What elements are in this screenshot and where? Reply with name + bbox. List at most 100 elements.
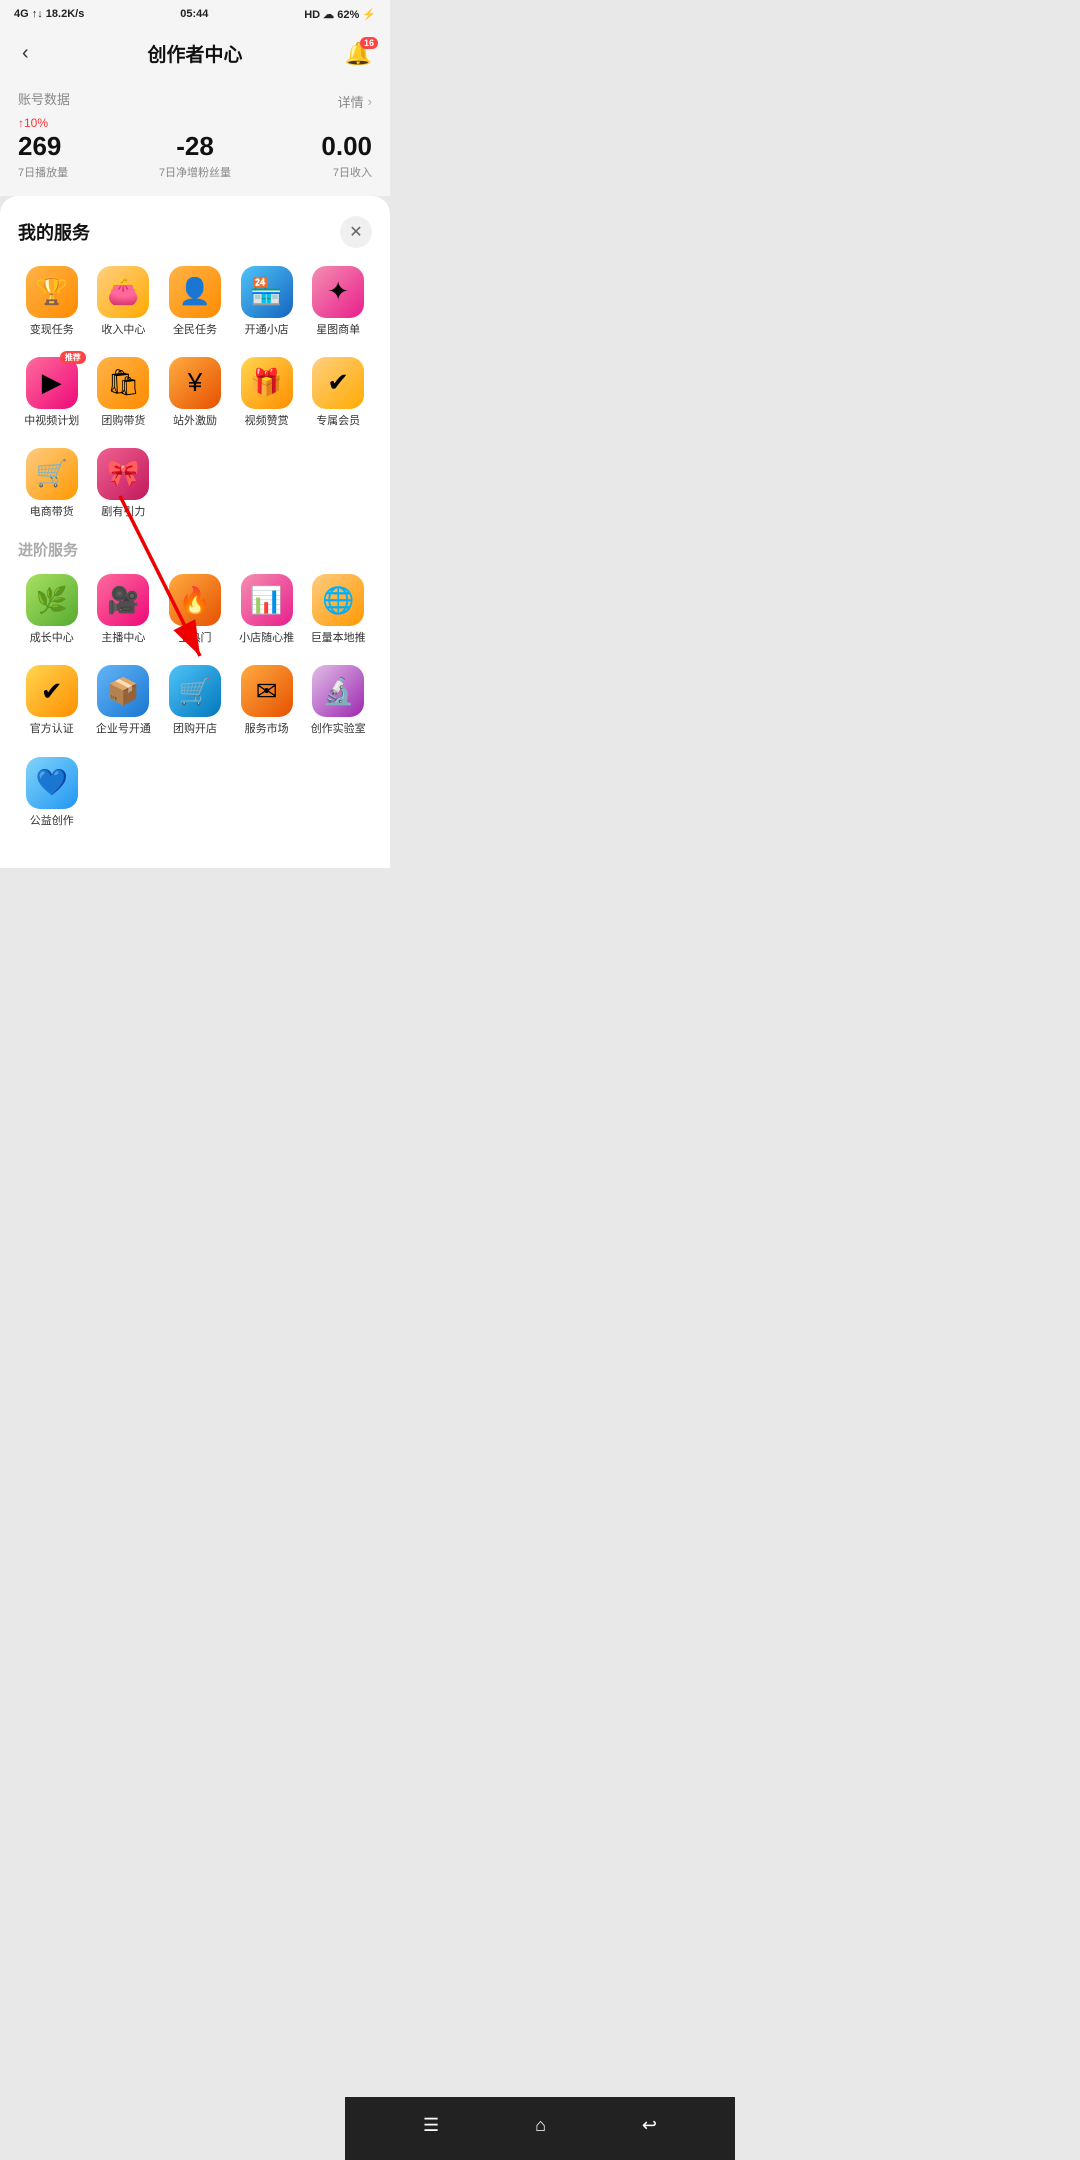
- status-bar: 4G ↑↓ 18.2K/s 05:44 HD ☁ 62% ⚡: [0, 0, 390, 28]
- service-icon: 👤: [169, 266, 221, 318]
- service-item[interactable]: 🏆变现任务: [18, 266, 86, 337]
- service-label: 星图商单: [316, 324, 360, 337]
- service-grid-row3: 🛒 电商带货 🎀 剧有引力: [18, 448, 372, 519]
- advanced-grid-row3: 💙公益创作: [18, 757, 372, 828]
- service-item[interactable]: 🛍 团购带货: [90, 357, 158, 428]
- service-label: 小店随心推: [239, 632, 294, 645]
- stats-header-row: 账号数据 详情 ›: [18, 89, 372, 114]
- service-icon: ✔: [312, 357, 364, 409]
- service-label: 公益创作: [30, 815, 74, 828]
- service-label: 视频赞赏: [245, 415, 289, 428]
- stat-value-income: 0.00: [254, 132, 372, 161]
- service-label: 中视频计划: [24, 415, 79, 428]
- service-label: 剧有引力: [101, 506, 145, 519]
- service-icon: 📊: [241, 574, 293, 626]
- service-label: 官方认证: [30, 723, 74, 736]
- nav-menu-button[interactable]: ☰: [407, 2111, 455, 2140]
- back-button[interactable]: ‹: [18, 38, 33, 69]
- service-icon: ✔: [26, 665, 78, 717]
- stat-value-fans: -28: [136, 132, 254, 161]
- stat-label-plays: 7日播放量: [18, 164, 136, 180]
- stat-label-income: 7日收入: [254, 164, 372, 180]
- service-item[interactable]: 🛒 团购开店: [161, 665, 229, 736]
- service-item[interactable]: 👛收入中心: [90, 266, 158, 337]
- stat-label-fans: 7日净增粉丝量: [136, 164, 254, 180]
- service-label: 服务市场: [245, 723, 289, 736]
- service-label: 收入中心: [101, 324, 145, 337]
- service-item[interactable]: 🌿成长中心: [18, 574, 86, 645]
- service-item[interactable]: ▶推荐中视频计划: [18, 357, 86, 428]
- advanced-section-title: 进阶服务: [18, 539, 372, 560]
- card-header: 我的服务 ✕: [18, 216, 372, 248]
- status-right-text: HD ☁ 62% ⚡: [304, 8, 376, 21]
- service-item[interactable]: 🏪 开通小店: [233, 266, 301, 337]
- service-item[interactable]: ✉服务市场: [233, 665, 301, 736]
- stat-change: ↑10%: [18, 116, 136, 130]
- service-icon: 🛒: [26, 448, 78, 500]
- service-item[interactable]: 🌐 巨量本地推: [304, 574, 372, 645]
- stats-row: ↑10% 269 7日播放量 - -28 7日净增粉丝量 - 0.00 7日收入: [18, 116, 372, 180]
- main-card: 我的服务 ✕ 🏆变现任务👛收入中心👤 全民任务 🏪 开通小店 ✦ 星图商单 ▶推荐中视频计…: [0, 196, 390, 868]
- service-item[interactable]: ✔ 官方认证: [18, 665, 86, 736]
- status-left: 4G ↑↓ 18.2K/s: [14, 8, 84, 20]
- service-item[interactable]: 🎥 主播中心: [90, 574, 158, 645]
- service-icon: 🎁: [241, 357, 293, 409]
- service-label: 创作实验室: [311, 723, 366, 736]
- status-right: HD ☁ 62% ⚡: [304, 8, 376, 21]
- chevron-right-icon: ›: [368, 94, 372, 109]
- service-label: 巨量本地推: [311, 632, 366, 645]
- service-label: 全民任务: [173, 324, 217, 337]
- nav-back-button[interactable]: ↩: [626, 2111, 673, 2140]
- notification-button[interactable]: 🔔 16: [345, 41, 372, 67]
- recommend-badge: 推荐: [60, 351, 86, 364]
- service-item[interactable]: 💙公益创作: [18, 757, 86, 828]
- service-icon: 🛒: [169, 665, 221, 717]
- service-item[interactable]: 🎀 剧有引力: [90, 448, 158, 519]
- service-item[interactable]: 👤 全民任务: [161, 266, 229, 337]
- notification-badge: 16: [360, 37, 378, 49]
- service-label: 开通小店: [245, 324, 289, 337]
- service-label: 主播中心: [101, 632, 145, 645]
- close-button[interactable]: ✕: [340, 216, 372, 248]
- service-item[interactable]: ✦ 星图商单: [304, 266, 372, 337]
- service-label: 站外激励: [173, 415, 217, 428]
- page-title: 创作者中心: [147, 40, 242, 67]
- service-label: 专属会员: [316, 415, 360, 428]
- service-item[interactable]: 🛒 电商带货: [18, 448, 86, 519]
- service-icon: 🏪: [241, 266, 293, 318]
- service-item[interactable]: 📦 企业号开通: [90, 665, 158, 736]
- service-icon: 🌐: [312, 574, 364, 626]
- service-label: 团购开店: [173, 723, 217, 736]
- service-icon: 🎥: [97, 574, 149, 626]
- advanced-grid-row2: ✔ 官方认证 📦 企业号开通 🛒 团购开店 ✉服务市场🔬创作实验室: [18, 665, 372, 736]
- service-icon: 🌿: [26, 574, 78, 626]
- signal-text: 4G ↑↓ 18.2K/s: [14, 8, 84, 20]
- service-label: 团购带货: [101, 415, 145, 428]
- stats-label: 账号数据: [18, 89, 70, 108]
- service-label: 企业号开通: [96, 723, 151, 736]
- service-icon: ¥: [169, 357, 221, 409]
- stat-item-plays: ↑10% 269 7日播放量: [18, 116, 136, 180]
- nav-home-button[interactable]: ⌂: [519, 2111, 562, 2140]
- header: ‹ 创作者中心 🔔 16: [0, 28, 390, 79]
- service-item[interactable]: ✔ 专属会员: [304, 357, 372, 428]
- service-icon: ✦: [312, 266, 364, 318]
- service-label: 上热门: [178, 632, 211, 645]
- status-time: 05:44: [180, 8, 208, 20]
- service-grid-row1: 🏆变现任务👛收入中心👤 全民任务 🏪 开通小店 ✦ 星图商单: [18, 266, 372, 337]
- service-item[interactable]: ¥ 站外激励: [161, 357, 229, 428]
- service-icon: 🎀: [97, 448, 149, 500]
- service-grid-row2: ▶推荐中视频计划🛍 团购带货 ¥ 站外激励 🎁 视频赞赏 ✔ 专属会员: [18, 357, 372, 428]
- service-item[interactable]: 🎁 视频赞赏: [233, 357, 301, 428]
- service-label: 变现任务: [30, 324, 74, 337]
- service-icon: 🛍: [97, 357, 149, 409]
- service-icon: 📦: [97, 665, 149, 717]
- stats-panel: 账号数据 详情 › ↑10% 269 7日播放量 - -28 7日净增粉丝量 -…: [0, 79, 390, 196]
- service-label: 电商带货: [30, 506, 74, 519]
- service-item[interactable]: 📊 小店随心推: [233, 574, 301, 645]
- service-item[interactable]: 🔥上热门: [161, 574, 229, 645]
- my-services-title: 我的服务: [18, 219, 90, 245]
- bottom-nav: ☰ ⌂ ↩: [345, 2097, 735, 2160]
- stats-detail-link[interactable]: 详情 ›: [338, 89, 372, 114]
- service-item[interactable]: 🔬创作实验室: [304, 665, 372, 736]
